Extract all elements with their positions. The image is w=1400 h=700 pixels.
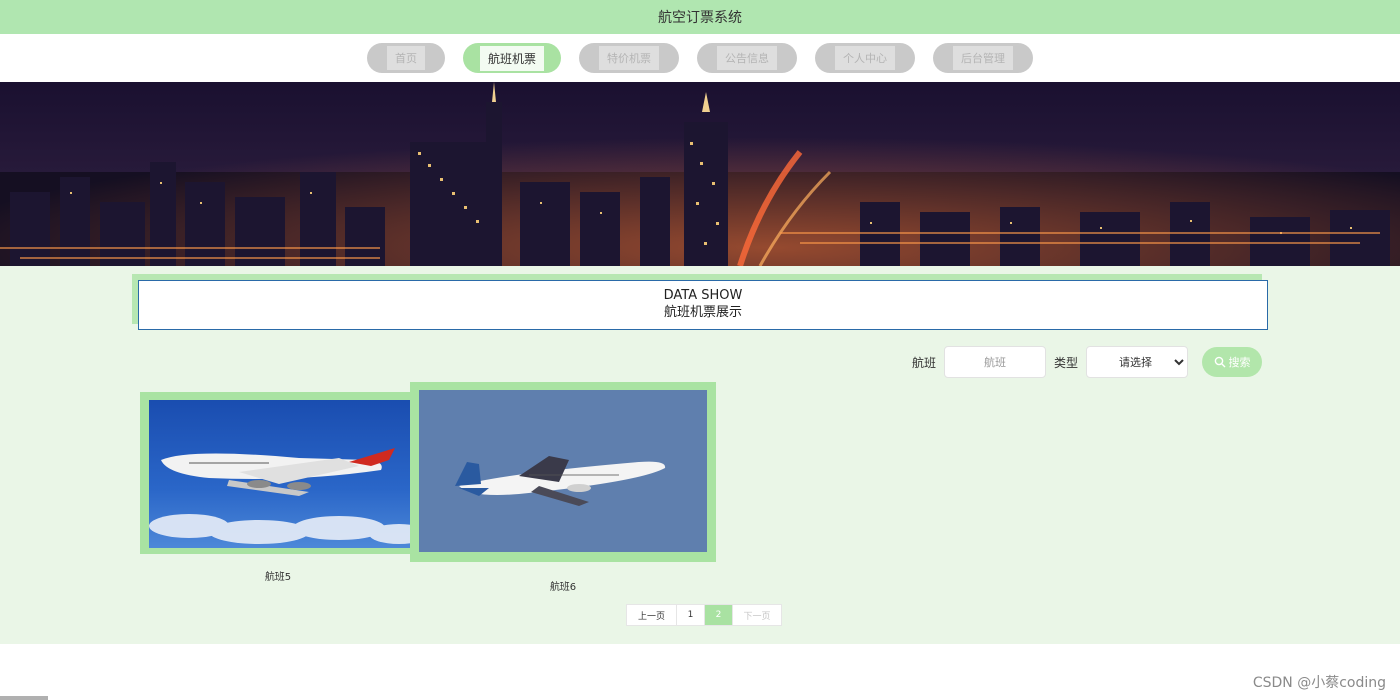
flight-image xyxy=(149,400,411,548)
pagination-page-2-current[interactable]: 2 xyxy=(705,605,733,625)
nav-item-special-tickets[interactable]: 特价机票 xyxy=(579,43,679,73)
type-label: 类型 xyxy=(1053,355,1078,370)
section-heading: DATA SHOW 航班机票展示 xyxy=(132,274,1268,330)
flight-caption: 航班6 xyxy=(549,582,577,593)
search-bar: 航班 类型 请选择 搜索 xyxy=(912,346,1262,378)
flight-label: 航班 xyxy=(911,355,936,370)
nav-item-user-center[interactable]: 个人中心 xyxy=(815,43,915,73)
type-select[interactable]: 请选择 xyxy=(1086,346,1188,378)
pagination: 上一页 1 2 下一页 xyxy=(626,604,782,626)
nav-item-label: 首页 xyxy=(387,46,425,70)
flight-card[interactable]: 航班5 xyxy=(140,392,412,592)
pagination-prev-button[interactable]: 上一页 xyxy=(627,605,677,625)
nav-item-home[interactable]: 首页 xyxy=(367,43,445,73)
section-title-en: DATA SHOW xyxy=(663,288,743,303)
watermark-text: CSDN @小蔡coding xyxy=(1252,675,1386,691)
nav-item-label: 公告信息 xyxy=(717,46,777,70)
nav-item-label: 后台管理 xyxy=(953,46,1013,70)
flight-image xyxy=(419,390,707,552)
app-title-bar: 航空订票系统 xyxy=(0,0,1400,34)
horizontal-scrollbar-thumb[interactable] xyxy=(0,696,48,700)
search-icon xyxy=(1214,356,1225,368)
city-skyline-image xyxy=(0,82,1400,266)
plane-photo-qantas xyxy=(149,400,411,548)
nav-item-label: 航班机票 xyxy=(479,45,544,71)
nav-item-label: 个人中心 xyxy=(835,46,895,70)
pagination-next-button[interactable]: 下一页 xyxy=(733,605,781,625)
app-title: 航空订票系统 xyxy=(658,10,742,26)
nav-item-admin[interactable]: 后台管理 xyxy=(933,43,1033,73)
flight-caption: 航班5 xyxy=(264,572,292,583)
content-area: DATA SHOW 航班机票展示 航班 类型 请选择 搜索 xyxy=(0,266,1400,644)
nav-item-flights[interactable]: 航班机票 xyxy=(463,43,561,73)
city-night-banner xyxy=(0,82,1400,266)
flight-search-input[interactable] xyxy=(943,346,1046,378)
section-heading-box: DATA SHOW 航班机票展示 xyxy=(138,280,1268,330)
nav-item-label: 特价机票 xyxy=(599,46,659,70)
search-button-label: 搜索 xyxy=(1228,356,1251,369)
pagination-page-1[interactable]: 1 xyxy=(677,605,705,625)
search-button[interactable]: 搜索 xyxy=(1202,347,1262,377)
flight-card[interactable]: 航班6 xyxy=(410,382,716,594)
plane-photo-embraer xyxy=(419,390,707,552)
section-title-cn: 航班机票展示 xyxy=(663,305,742,320)
nav-item-announcements[interactable]: 公告信息 xyxy=(697,43,797,73)
main-nav: 首页 航班机票 特价机票 公告信息 个人中心 后台管理 xyxy=(0,34,1400,82)
